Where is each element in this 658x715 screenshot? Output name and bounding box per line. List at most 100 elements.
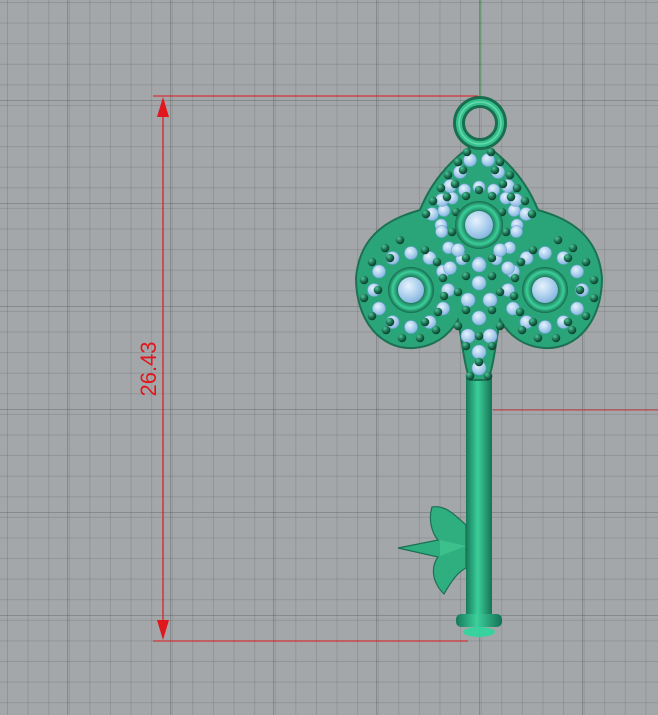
prong-bead [380, 243, 390, 253]
prong-bead [461, 253, 471, 263]
prong-bead [474, 331, 484, 341]
pave-stone [435, 225, 448, 238]
pave-stone [471, 310, 487, 326]
prong-bead [515, 307, 525, 317]
prong-bead [447, 227, 457, 237]
prong-bead [474, 185, 484, 195]
key-pendant-model[interactable] [354, 96, 604, 637]
key-base [456, 614, 502, 627]
prong-bead [461, 305, 471, 315]
prong-bead [385, 253, 395, 263]
pave-stone [482, 328, 498, 344]
pave-stone [460, 328, 476, 344]
prong-bead [487, 341, 497, 351]
prong-bead [442, 192, 452, 202]
prong-bead [512, 183, 522, 193]
pave-stone [538, 320, 552, 334]
pave-stone [510, 225, 523, 238]
prong-bead [527, 209, 537, 219]
pave-stone [404, 246, 418, 260]
prong-bead [436, 183, 446, 193]
prong-bead [495, 321, 505, 331]
prong-bead [465, 371, 475, 381]
prong-bead [428, 196, 438, 206]
prong-bead [589, 275, 599, 285]
prong-bead [528, 245, 538, 255]
prong-bead [367, 257, 377, 267]
key-base-shadow [463, 627, 495, 637]
prong-bead [498, 179, 508, 189]
bezel-right [522, 267, 568, 313]
front-viewport[interactable]: 26.43 [0, 0, 658, 715]
prong-bead [453, 321, 463, 331]
prong-bead [421, 209, 431, 219]
prong-bead [443, 170, 453, 180]
prong-bead [589, 293, 599, 303]
pave-stone [460, 292, 476, 308]
bail-loop [453, 96, 507, 150]
prong-bead [495, 287, 505, 297]
prong-bead [483, 371, 493, 381]
prong-bead [461, 271, 471, 281]
dimension-arrow-top [157, 97, 169, 117]
prong-bead [520, 196, 530, 206]
prong-bead [397, 333, 407, 343]
prong-bead [461, 341, 471, 351]
prong-bead [359, 275, 369, 285]
prong-bead [581, 311, 591, 321]
prong-bead [453, 157, 463, 167]
prong-bead [487, 305, 497, 315]
bezel-top [455, 201, 503, 249]
prong-bead [458, 165, 468, 175]
prong-bead [505, 170, 515, 180]
prong-bead [533, 333, 543, 343]
prong-bead [420, 317, 430, 327]
prong-bead [567, 325, 577, 335]
prong-bead [450, 179, 460, 189]
prong-bead [487, 253, 497, 263]
prong-bead [553, 235, 563, 245]
prong-bead [462, 147, 472, 157]
prong-bead [568, 243, 578, 253]
pave-stone [372, 264, 386, 279]
prong-bead [395, 235, 405, 245]
prong-bead [415, 333, 425, 343]
prong-bead [495, 157, 505, 167]
prong-bead [563, 317, 573, 327]
pave-stone [538, 246, 552, 260]
prong-bead [528, 317, 538, 327]
prong-bead [486, 147, 496, 157]
prong-bead [506, 192, 516, 202]
pave-stone [570, 264, 584, 279]
pave-stone [471, 257, 487, 273]
prong-bead [453, 287, 463, 297]
prong-bead [581, 257, 591, 267]
prong-bead [420, 245, 430, 255]
pave-stone [501, 261, 515, 275]
prong-bead [501, 227, 511, 237]
prong-bead [517, 325, 527, 335]
prong-bead [439, 291, 449, 301]
dimension-arrow-bottom [157, 620, 169, 640]
prong-bead [490, 165, 500, 175]
pave-stone [443, 261, 457, 275]
dimension-value: 26.43 [136, 341, 161, 396]
prong-bead [433, 307, 443, 317]
prong-bead [551, 333, 561, 343]
prong-bead [516, 257, 526, 267]
pave-stone [404, 320, 418, 334]
prong-bead [431, 325, 441, 335]
key-shaft [466, 372, 492, 620]
pave-stone [570, 301, 584, 316]
prong-bead [432, 257, 442, 267]
pave-stone [471, 275, 487, 291]
pave-stone [482, 292, 498, 308]
pave-stone [493, 243, 507, 257]
prong-bead [438, 273, 448, 283]
prong-bead [385, 317, 395, 327]
pave-stone [471, 344, 487, 360]
pave-stone [451, 243, 465, 257]
prong-bead [487, 191, 497, 201]
dimension-annotation[interactable]: 26.43 [136, 95, 478, 642]
viewport-canvas[interactable]: 26.43 [0, 0, 658, 715]
